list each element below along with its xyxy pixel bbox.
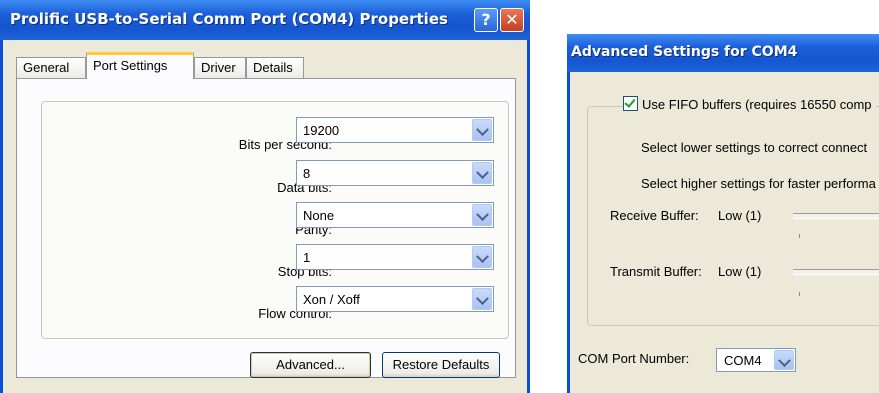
- advanced-settings-dialog: Advanced Settings for COM4 Use FIFO buff…: [567, 0, 879, 393]
- flow-control-select[interactable]: Xon / Xoff: [296, 286, 494, 312]
- stop-bits-value: 1: [303, 250, 311, 265]
- help-button[interactable]: ?: [474, 8, 498, 32]
- properties-dialog: Prolific USB-to-Serial Comm Port (COM4) …: [0, 0, 530, 393]
- fifo-checkbox-row[interactable]: Use FIFO buffers (requires 16550 comp: [623, 96, 876, 112]
- tab-port-settings[interactable]: Port Settings: [86, 52, 194, 79]
- transmit-slider-tick: [799, 292, 800, 296]
- properties-title: Prolific USB-to-Serial Comm Port (COM4) …: [10, 10, 448, 28]
- fifo-label: Use FIFO buffers (requires 16550 comp: [642, 97, 872, 112]
- bits-per-second-select[interactable]: 19200: [296, 117, 494, 143]
- chevron-down-icon[interactable]: [472, 119, 492, 141]
- receive-slider-tick: [799, 234, 800, 238]
- fifo-checkbox[interactable]: [623, 96, 638, 111]
- data-bits-value: 8: [303, 166, 311, 181]
- receive-buffer-slider[interactable]: [793, 213, 879, 219]
- parity-value: None: [303, 208, 335, 223]
- transmit-buffer-slider[interactable]: [793, 269, 879, 275]
- chevron-down-icon[interactable]: [472, 162, 492, 184]
- com-port-label: COM Port Number:: [578, 351, 690, 366]
- com-port-value: COM4: [724, 353, 762, 368]
- advanced-titlebar[interactable]: Advanced Settings for COM4: [567, 34, 879, 72]
- chevron-down-icon[interactable]: [472, 288, 492, 310]
- tab-driver[interactable]: Driver: [194, 57, 246, 78]
- restore-defaults-button[interactable]: Restore Defaults: [382, 352, 500, 378]
- bits-per-second-value: 19200: [303, 123, 340, 138]
- flow-control-value: Xon / Xoff: [303, 292, 360, 307]
- transmit-buffer-label: Transmit Buffer:: [610, 264, 702, 279]
- stop-bits-select[interactable]: 1: [296, 244, 494, 270]
- advanced-title: Advanced Settings for COM4: [571, 44, 798, 60]
- receive-buffer-label: Receive Buffer:: [610, 208, 699, 223]
- parity-select[interactable]: None: [296, 202, 494, 228]
- tab-general[interactable]: General: [16, 57, 86, 78]
- data-bits-select[interactable]: 8: [296, 160, 494, 186]
- receive-buffer-value: Low (1): [718, 208, 762, 223]
- advanced-button[interactable]: Advanced...: [250, 352, 371, 378]
- chevron-down-icon[interactable]: [472, 246, 492, 268]
- properties-titlebar[interactable]: Prolific USB-to-Serial Comm Port (COM4) …: [0, 0, 530, 40]
- top-whitespace: [567, 0, 879, 34]
- com-port-select[interactable]: COM4: [716, 348, 796, 372]
- tab-details[interactable]: Details: [246, 57, 304, 78]
- chevron-down-icon[interactable]: [774, 350, 794, 370]
- chevron-down-icon[interactable]: [472, 204, 492, 226]
- hint-lower: Select lower settings to correct connect: [641, 140, 868, 155]
- close-button[interactable]: ✕: [500, 8, 524, 32]
- hint-higher: Select higher settings for faster perfor…: [641, 176, 876, 191]
- transmit-buffer-value: Low (1): [718, 264, 762, 279]
